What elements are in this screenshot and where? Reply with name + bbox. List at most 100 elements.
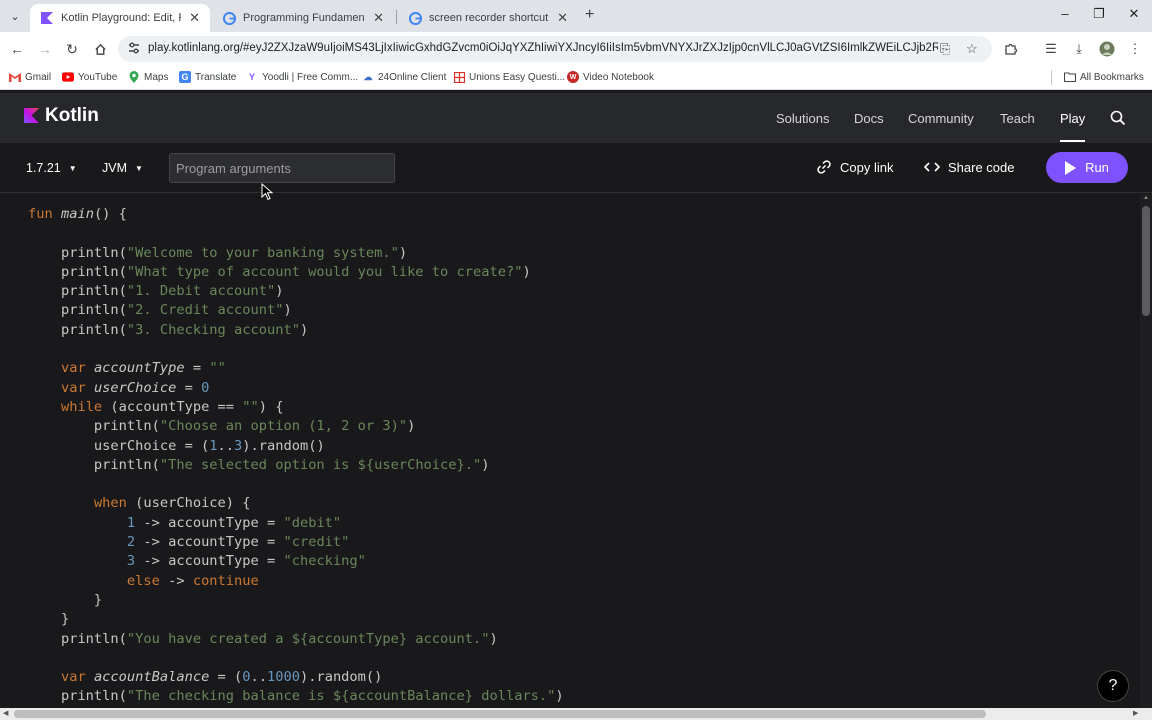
translate-icon: G (179, 71, 191, 83)
program-arguments-input[interactable] (169, 153, 395, 183)
media-control-icon[interactable]: ☰ (1043, 41, 1059, 57)
nav-teach[interactable]: Teach (1000, 111, 1035, 126)
bookmark-24online[interactable]: ☁ 24Online Client (362, 71, 447, 83)
install-app-icon[interactable]: ⎘ (940, 41, 950, 57)
editor-horizontal-scrollbar[interactable]: ◀ ▶ (0, 708, 1152, 720)
target-platform-select[interactable]: JVM ▼ (102, 161, 143, 175)
minimize-window-icon[interactable]: – (1055, 6, 1075, 21)
home-icon[interactable] (91, 40, 109, 58)
code-line[interactable]: println("2. Credit account") (28, 301, 564, 320)
code-token: ) (522, 263, 531, 280)
code-token: println( (28, 302, 127, 319)
browser-menu-kebab-icon[interactable]: ⋮ (1127, 41, 1143, 57)
code-line[interactable] (28, 224, 564, 243)
browser-tab-kotlin[interactable]: Kotlin Playground: Edit, Run, Sh ✕ (30, 4, 210, 32)
code-token: accountBalance (93, 669, 210, 686)
code-line[interactable]: println("1. Debit account") (28, 282, 564, 301)
code-line[interactable] (28, 340, 564, 359)
code-line[interactable]: 2 -> accountType = "credit" (28, 533, 564, 552)
code-line[interactable]: var userChoice = 0 (28, 379, 564, 398)
bookmark-yoodli[interactable]: Y Yoodli | Free Comm... (246, 71, 358, 83)
help-button[interactable]: ? (1097, 670, 1129, 702)
code-token: accountType (93, 360, 185, 377)
code-content[interactable]: fun main() { println("Welcome to your ba… (28, 205, 564, 707)
vertical-scroll-thumb[interactable] (1142, 206, 1150, 316)
scroll-left-arrow-icon[interactable]: ◀ (3, 709, 8, 717)
tab-search-chevron-icon[interactable]: ⌄ (4, 6, 26, 26)
code-line[interactable]: println("What type of account would you … (28, 263, 564, 282)
bookmark-youtube[interactable]: YouTube (62, 71, 117, 83)
bookmark-unions[interactable]: Unions Easy Questi... (453, 71, 565, 83)
share-code-button[interactable]: Share code (924, 159, 1015, 175)
nav-docs[interactable]: Docs (854, 111, 884, 126)
code-token: (accountType == (110, 398, 243, 415)
copy-link-button[interactable]: Copy link (816, 159, 893, 175)
code-line[interactable]: 3 -> accountType = "checking" (28, 552, 564, 571)
bookmark-translate[interactable]: G Translate (179, 71, 236, 83)
code-editor[interactable]: fun main() { println("Welcome to your ba… (0, 194, 1140, 708)
code-line[interactable]: 1 -> accountType = "debit" (28, 514, 564, 533)
kotlin-version-select[interactable]: 1.7.21 ▼ (26, 161, 77, 175)
bookmark-label: Maps (144, 71, 169, 83)
all-bookmarks[interactable]: All Bookmarks (1064, 71, 1144, 83)
forward-arrow-icon[interactable]: → (36, 40, 54, 58)
share-code-label: Share code (948, 159, 1015, 175)
code-line[interactable]: } (28, 591, 564, 610)
code-line[interactable]: println("Welcome to your banking system.… (28, 244, 564, 263)
browser-tab-programming[interactable]: Programming Fundamentals in ✕ (212, 4, 394, 32)
scroll-up-arrow-icon[interactable]: ▲ (1142, 195, 1150, 201)
kotlin-favicon-icon (40, 11, 54, 25)
editor-vertical-scrollbar[interactable]: ▲ (1140, 194, 1152, 708)
nav-play[interactable]: Play (1060, 111, 1085, 126)
code-line[interactable]: fun main() { (28, 205, 564, 224)
scroll-right-arrow-icon[interactable]: ▶ (1133, 709, 1138, 717)
search-icon[interactable] (1110, 110, 1126, 126)
restore-window-icon[interactable]: ❐ (1089, 6, 1109, 22)
code-line[interactable]: println("The selected option is ${userCh… (28, 456, 564, 475)
bookmark-video-notebook[interactable]: W Video Notebook (567, 71, 654, 83)
code-token: 1 (209, 437, 218, 454)
bookmark-label: YouTube (78, 71, 118, 83)
close-tab-icon[interactable]: ✕ (557, 10, 568, 26)
close-window-icon[interactable]: ✕ (1124, 6, 1144, 22)
code-line[interactable]: else -> continue (28, 572, 564, 591)
omnibox[interactable]: play.kotlinlang.org/#eyJ2ZXJzaW9uIjoiMS4… (118, 36, 992, 62)
close-tab-icon[interactable]: ✕ (189, 10, 200, 26)
code-line[interactable] (28, 475, 564, 494)
code-token: ) (299, 321, 309, 338)
browser-tab-screen-recorder[interactable]: screen recorder shortcut for wi ✕ (398, 4, 578, 32)
code-line[interactable]: println("You have created a ${accountTyp… (28, 630, 564, 649)
bookmark-star-icon[interactable]: ☆ (966, 41, 978, 57)
tab-title: Kotlin Playground: Edit, Run, Sh (61, 12, 181, 24)
code-token: "The checking balance is ${accountBalanc… (126, 688, 556, 705)
code-line[interactable]: var accountBalance = (0..1000).random() (28, 668, 564, 687)
kotlin-logo-icon[interactable] (24, 108, 39, 123)
code-line[interactable]: } (28, 610, 564, 629)
bookmark-maps[interactable]: Maps (128, 71, 168, 83)
code-line[interactable]: println("Choose an option (1, 2 or 3)") (28, 417, 564, 436)
code-line[interactable]: println("3. Checking account") (28, 321, 564, 340)
extensions-puzzle-icon[interactable] (1003, 41, 1019, 57)
code-line[interactable]: userChoice = (1..3).random() (28, 437, 564, 456)
bookmark-gmail[interactable]: Gmail (9, 71, 51, 83)
code-line[interactable]: println("The checking balance is ${accou… (28, 687, 564, 706)
profile-avatar[interactable] (1099, 41, 1115, 57)
site-info-tune-icon[interactable] (127, 41, 141, 55)
new-tab-plus-icon[interactable]: + (585, 6, 594, 24)
download-icon[interactable]: ⤓ (1071, 41, 1087, 57)
kotlin-brand[interactable]: Kotlin (45, 105, 99, 127)
nav-community[interactable]: Community (908, 111, 974, 126)
code-line[interactable]: while (accountType == "") { (28, 398, 564, 417)
code-line[interactable]: when (userChoice) { (28, 494, 564, 513)
code-token: "Welcome to your banking system." (126, 244, 399, 261)
code-line[interactable] (28, 649, 564, 668)
horizontal-scroll-thumb[interactable] (14, 710, 986, 718)
nav-solutions[interactable]: Solutions (776, 111, 829, 126)
back-arrow-icon[interactable]: ← (8, 40, 26, 58)
reload-icon[interactable]: ↻ (63, 40, 81, 58)
code-token: userChoice = ( (28, 437, 210, 454)
close-tab-icon[interactable]: ✕ (373, 10, 384, 26)
code-line[interactable]: var accountType = "" (28, 359, 564, 378)
run-button[interactable]: Run (1046, 152, 1128, 183)
